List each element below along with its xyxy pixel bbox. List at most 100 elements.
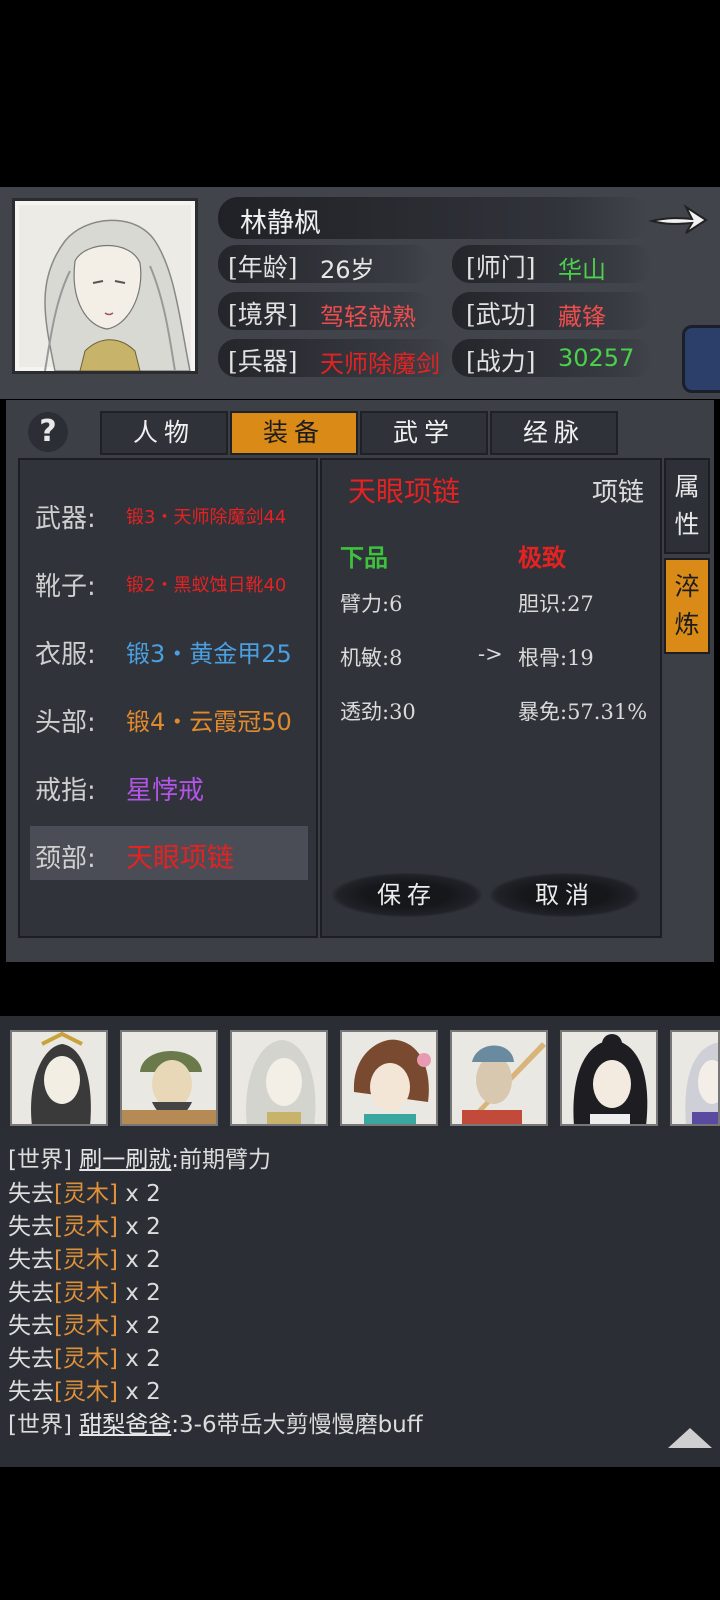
realm-value: 驾轻就熟: [320, 303, 416, 331]
slot-label: 头部:: [35, 708, 96, 738]
weapon-label: [兵器]: [228, 347, 298, 376]
attr-left-3: 透劲:30: [340, 700, 416, 724]
party-member-portrait[interactable]: [230, 1030, 328, 1126]
equipment-slots: 武器: 锻3・天师除魔剑44 靴子: 锻2・黑蚁蚀日靴40 衣服: 锻3・黄金甲…: [18, 458, 318, 938]
chat-channel-tag: [世界]: [8, 1147, 72, 1173]
tab-character[interactable]: 人物: [100, 411, 228, 455]
chat-item[interactable]: [灵木]: [54, 1280, 118, 1306]
chat-loss-line: 失去[灵木] x 2: [8, 1273, 161, 1307]
chat-loss-line: 失去[灵木] x 2: [8, 1207, 161, 1241]
slot-boots[interactable]: 靴子: 锻2・黑蚁蚀日靴40: [30, 554, 308, 608]
power-label: [战力]: [466, 347, 536, 376]
item-type: 项链: [591, 478, 644, 508]
tab-martial-arts[interactable]: 武学: [360, 411, 488, 455]
tab-attributes[interactable]: 属性: [664, 458, 710, 554]
chat-item[interactable]: [灵木]: [54, 1346, 118, 1372]
slot-armor[interactable]: 衣服: 锻3・黄金甲25: [30, 622, 308, 676]
party-member-portrait[interactable]: [120, 1030, 218, 1126]
chat-text: :前期臂力: [171, 1147, 272, 1173]
chat-loss-line: 失去[灵木] x 2: [8, 1372, 161, 1406]
chat-count: x 2: [117, 1214, 161, 1240]
chat-text: 失去: [8, 1181, 54, 1207]
grade-target: 极致: [518, 543, 566, 572]
slot-neck[interactable]: 颈部: 天眼项链: [30, 826, 308, 880]
skill-label: [武功]: [466, 300, 536, 329]
chat-item[interactable]: [灵木]: [54, 1379, 118, 1405]
slot-item: 星悖戒: [126, 776, 205, 806]
party-member-portrait[interactable]: [670, 1030, 720, 1126]
age-label: [年龄]: [228, 253, 298, 282]
slot-label: 靴子:: [35, 572, 96, 602]
chat-count: x 2: [117, 1181, 161, 1207]
attr-arrow: ->: [478, 642, 503, 666]
slot-item: 天眼项链: [126, 843, 234, 874]
chat-loss-line: 失去[灵木] x 2: [8, 1339, 161, 1373]
slot-weapon[interactable]: 武器: 锻3・天师除魔剑44: [30, 486, 308, 540]
chat-count: x 2: [117, 1346, 161, 1372]
item-detail: 天眼项链 项链 下品 极致 臂力:6 机敏:8 透劲:30 -> 胆识:27 根…: [320, 458, 662, 938]
slot-label: 颈部:: [35, 844, 96, 874]
slot-item: 锻4・云霞冠50: [126, 708, 292, 736]
chat-count: x 2: [117, 1313, 161, 1339]
status-area: [0, 0, 720, 187]
realm-label: [境界]: [228, 300, 298, 329]
party-member-portrait[interactable]: [340, 1030, 438, 1126]
chat-item[interactable]: [灵木]: [54, 1313, 118, 1339]
character-header: 林静枫 [年龄] 26岁 [师门] 华山 [境界] 驾轻就熟 [武功] 藏锋 […: [0, 187, 720, 399]
chat-count: x 2: [117, 1247, 161, 1273]
tab-meridians[interactable]: 经脉: [490, 411, 618, 455]
chat-username[interactable]: 刷一刷就: [79, 1147, 171, 1173]
character-portrait: [12, 198, 198, 374]
save-button[interactable]: 保存: [332, 873, 482, 917]
tab-refine[interactable]: 淬炼: [664, 558, 710, 654]
grade-current: 下品: [340, 543, 388, 572]
chat-channel-tag: [世界]: [8, 1412, 72, 1438]
help-icon[interactable]: ?: [28, 412, 68, 452]
slot-label: 戒指:: [35, 776, 96, 806]
chat-item[interactable]: [灵木]: [54, 1181, 118, 1207]
sect-value: 华山: [558, 256, 606, 284]
chat-loss-line: 失去[灵木] x 2: [8, 1174, 161, 1208]
party-member-portrait[interactable]: [560, 1030, 658, 1126]
slot-item: 锻3・黄金甲25: [126, 640, 292, 668]
chat-loss-line: 失去[灵木] x 2: [8, 1306, 161, 1340]
navigation-area: [0, 1467, 720, 1600]
chat-message: [世界] 刷一刷就:前期臂力: [8, 1140, 271, 1174]
chat-username[interactable]: 甜梨爸爸: [79, 1412, 171, 1438]
party-member-portrait[interactable]: [450, 1030, 548, 1126]
chat-text: :3-6带岳大剪慢慢磨buff: [171, 1412, 423, 1438]
slot-ring[interactable]: 戒指: 星悖戒: [30, 758, 308, 812]
slot-head[interactable]: 头部: 锻4・云霞冠50: [30, 690, 308, 744]
side-book-icon[interactable]: [682, 325, 720, 393]
chat-loss-line: 失去[灵木] x 2: [8, 1240, 161, 1274]
tab-equipment[interactable]: 装备: [230, 411, 358, 455]
slot-item: 锻3・天师除魔剑44: [126, 507, 287, 528]
power-value: 30257: [558, 344, 635, 372]
chat-text: 失去: [8, 1280, 54, 1306]
chat-item[interactable]: [灵木]: [54, 1247, 118, 1273]
scroll-up-icon[interactable]: [668, 1428, 712, 1448]
slot-label: 武器:: [35, 504, 96, 534]
skill-value: 藏锋: [558, 303, 606, 331]
chat-message: [世界] 甜梨爸爸:3-6带岳大剪慢慢磨buff: [8, 1405, 423, 1439]
slot-item: 锻2・黑蚁蚀日靴40: [126, 575, 287, 596]
weapon-value: 天师除魔剑: [320, 350, 440, 378]
chat-text: 失去: [8, 1313, 54, 1339]
attr-right-3: 暴免:57.31%: [518, 700, 648, 724]
tab-refine-label: 淬炼: [674, 572, 700, 639]
chat-count: x 2: [117, 1379, 161, 1405]
attr-left-2: 机敏:8: [340, 646, 403, 670]
chat-text: 失去: [8, 1346, 54, 1372]
next-character-arrow-icon[interactable]: [648, 199, 710, 239]
character-name: 林静枫: [240, 208, 321, 239]
slot-label: 衣服:: [35, 640, 96, 670]
cancel-button[interactable]: 取消: [490, 873, 640, 917]
item-name: 天眼项链: [348, 475, 461, 508]
chat-text: 失去: [8, 1379, 54, 1405]
side-tabs: 属性 淬炼: [664, 458, 712, 658]
chat-item[interactable]: [灵木]: [54, 1214, 118, 1240]
sect-label: [师门]: [466, 253, 536, 282]
chat-text: 失去: [8, 1214, 54, 1240]
attr-left-1: 臂力:6: [340, 592, 403, 616]
party-member-portrait[interactable]: [10, 1030, 108, 1126]
